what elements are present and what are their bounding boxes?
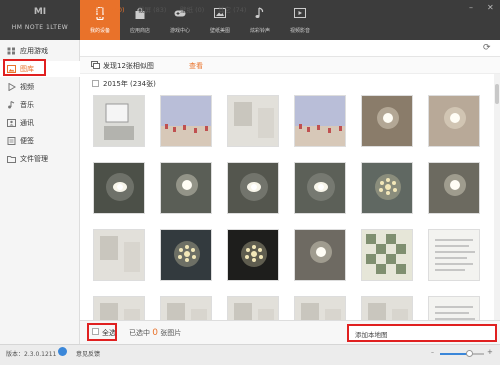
sidebar-item-4[interactable]: 通讯 bbox=[0, 115, 80, 131]
scrollbar-thumb[interactable] bbox=[495, 84, 499, 104]
photo-thumbnail[interactable] bbox=[227, 162, 279, 214]
photo-thumbnail[interactable] bbox=[93, 162, 145, 214]
selected-prefix: 已选中 bbox=[129, 329, 150, 337]
selection-info: 已选中 0 张图片 bbox=[129, 328, 181, 338]
photo-thumbnail[interactable] bbox=[93, 95, 145, 147]
apps-icon bbox=[7, 47, 15, 55]
sidebar-item-label: 通讯 bbox=[20, 119, 34, 127]
zoom-slider-fill bbox=[440, 353, 468, 355]
add-local-images-button[interactable]: 添加本地图 bbox=[347, 324, 497, 342]
photo-thumbnail[interactable] bbox=[294, 229, 346, 281]
feedback-link[interactable]: 意见反馈 bbox=[76, 349, 100, 358]
selected-count: 0 bbox=[152, 328, 158, 338]
photo-thumbnail[interactable] bbox=[160, 229, 212, 281]
version-text: 版本：2.3.0.1211 bbox=[6, 351, 57, 358]
photo-thumbnail[interactable] bbox=[428, 296, 480, 320]
photo-thumbnail[interactable] bbox=[361, 162, 413, 214]
photo-thumbnail[interactable] bbox=[428, 95, 480, 147]
nav-tab-label: 游戏中心 bbox=[169, 28, 190, 34]
photo-thumbnail[interactable] bbox=[361, 229, 413, 281]
group-checkbox[interactable] bbox=[92, 80, 99, 87]
zoom-in-icon[interactable]: + bbox=[487, 348, 493, 356]
sidebar-item-3[interactable]: 音乐 bbox=[0, 97, 80, 113]
sidebar-item-label: 音乐 bbox=[20, 101, 34, 109]
sidebar-item-label: 便签 bbox=[20, 137, 34, 145]
tab-others[interactable]: 其它 (74) bbox=[218, 4, 246, 14]
close-button[interactable]: ✕ bbox=[487, 3, 494, 12]
music-icon bbox=[8, 101, 15, 109]
nav-tab-label: 壁纸美图 bbox=[209, 28, 230, 34]
view-similar-link[interactable]: 查看 bbox=[189, 61, 203, 71]
sidebar-item-6[interactable]: 文件管理 bbox=[0, 151, 80, 167]
active-tab-indicator bbox=[88, 15, 118, 17]
sidebar-item-0[interactable]: 应用游戏 bbox=[0, 43, 80, 59]
gallery-highlight-box bbox=[3, 59, 46, 76]
select-all-highlight-box bbox=[87, 323, 117, 341]
photo-thumbnail[interactable] bbox=[227, 229, 279, 281]
notes-icon bbox=[7, 137, 16, 145]
selected-suffix: 张图片 bbox=[160, 329, 182, 337]
photo-thumbnail[interactable] bbox=[428, 229, 480, 281]
device-panel[interactable]: MI HM NOTE 1LTEW bbox=[0, 0, 80, 40]
nav-tab-label: 炫彩铃声 bbox=[249, 28, 270, 34]
nav-tab-label: 视频影音 bbox=[289, 28, 310, 34]
scrollbar-track[interactable] bbox=[494, 74, 500, 320]
photo-thumbnail[interactable] bbox=[428, 162, 480, 214]
photo-thumbnail[interactable] bbox=[294, 95, 346, 147]
tab-camera[interactable]: 相机 (240) bbox=[92, 4, 125, 14]
filter-tabs bbox=[80, 40, 500, 57]
status-bar bbox=[0, 344, 500, 365]
play-icon bbox=[294, 8, 306, 18]
sidebar-item-2[interactable]: 视频 bbox=[0, 79, 80, 95]
photo-thumbnail[interactable] bbox=[361, 296, 413, 320]
nav-tab-label: 应用商店 bbox=[129, 28, 150, 34]
nav-tab-5[interactable]: 视频影音 bbox=[280, 0, 320, 40]
photo-grid bbox=[80, 90, 494, 320]
refresh-icon[interactable]: ⟳ bbox=[483, 43, 491, 53]
photo-thumbnail[interactable] bbox=[93, 296, 145, 320]
zoom-out-icon[interactable]: – bbox=[431, 349, 434, 356]
folder-icon bbox=[7, 156, 16, 163]
group-title: 2015年 (234张) bbox=[103, 80, 156, 88]
sidebar-item-label: 应用游戏 bbox=[20, 47, 48, 55]
photo-thumbnail[interactable] bbox=[294, 162, 346, 214]
minimize-button[interactable]: – bbox=[469, 3, 473, 12]
mi-logo: MI bbox=[33, 7, 47, 17]
photo-thumbnail[interactable] bbox=[93, 229, 145, 281]
photo-thumbnail[interactable] bbox=[160, 162, 212, 214]
sidebar-item-5[interactable]: 便签 bbox=[0, 133, 80, 149]
similar-photos-banner: 发现12张相似图 查看 bbox=[80, 57, 500, 74]
nav-tab-label: 我的设备 bbox=[89, 28, 110, 34]
contacts-icon bbox=[7, 119, 16, 127]
photo-thumbnail[interactable] bbox=[227, 95, 279, 147]
similar-photos-text: 发现12张相似图 bbox=[103, 62, 154, 70]
play-icon bbox=[8, 83, 16, 91]
sidebar-item-label: 文件管理 bbox=[20, 155, 48, 163]
tab-screenshots[interactable]: 截屏 (83) bbox=[138, 4, 166, 14]
similar-photos-icon bbox=[91, 61, 100, 69]
photo-thumbnail[interactable] bbox=[160, 296, 212, 320]
photo-thumbnail[interactable] bbox=[227, 296, 279, 320]
device-name: HM NOTE 1LTEW bbox=[11, 24, 69, 31]
tab-wallpapers[interactable]: 壁纸 (0) bbox=[180, 4, 204, 14]
add-local-images-label: 添加本地图 bbox=[355, 331, 388, 339]
photo-thumbnail[interactable] bbox=[294, 296, 346, 320]
photo-thumbnail[interactable] bbox=[160, 95, 212, 147]
photo-thumbnail[interactable] bbox=[361, 95, 413, 147]
upgrade-icon[interactable] bbox=[58, 347, 67, 356]
zoom-slider-handle[interactable] bbox=[466, 350, 473, 357]
sidebar-item-label: 视频 bbox=[20, 83, 34, 91]
music-note-icon bbox=[255, 7, 264, 18]
